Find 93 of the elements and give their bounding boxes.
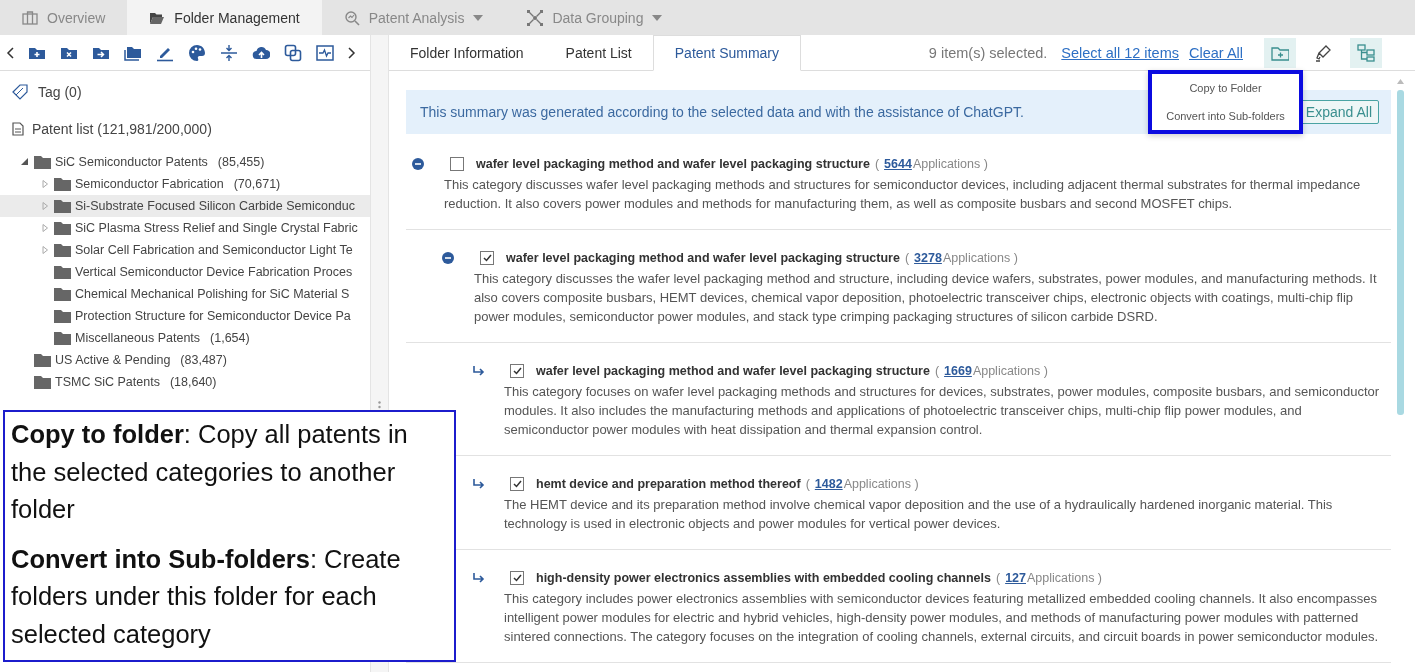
category-description: This category discusses the wafer level packaging method and structure, including device wafers, substrates, power modules, and manufacturing methods. It also covers composite busbars, HEMT devices, chemical vapor deposition, photoelectric transceiver chips, electronic objects with coatings, multi-chip flip power modules, semiconductor power modules, and stack type crimping packaging structures of silicon carbide DSRD. [474, 270, 1378, 326]
count-unit: Applications ) [972, 364, 1048, 378]
folder-tree-item[interactable]: TSMC SiC Patents (18,640) [0, 371, 370, 393]
tree-button[interactable] [1350, 37, 1382, 68]
callout-text: Convert into Sub-folders: Create folders under this folder for each selected category [11, 543, 402, 650]
add-folder-button[interactable] [1264, 37, 1296, 68]
checkbox[interactable] [510, 364, 524, 378]
folder-tree-item[interactable]: Miscellaneous Patents (1,654) [0, 327, 370, 349]
count-unit: Applications ) [843, 477, 919, 491]
folder-tree-item[interactable]: Vertical Semiconductor Device Fabrication Proces [0, 261, 370, 283]
menu-item[interactable]: Convert into Sub-folders [1162, 108, 1289, 124]
chevron-right-icon[interactable] [348, 46, 356, 59]
category-description: This category includes power electronics assemblies with semiconductor devices featuring metallized embedded cooling channels. It also encompasses intelligent power modules for electric and hybrid vehicles, high-density power modules, and methods of manufacturing power modules with patterned sintered connections. The category focuses on the integration of cooling channels, external circuits, and circuit boards in power semiconductor modules. [504, 590, 1380, 646]
folder-icon [34, 375, 51, 389]
triangle-down-icon[interactable] [20, 157, 30, 167]
briefcase-icon [22, 9, 38, 26]
category-description: This category discusses wafer level packaging methods and structures for semiconductor devices, including adjacent thermal substrates for thermal impedance reduction. It also covers power modules and methods for manufacturing them, as well as composite busbars and second MOSFET chips. [444, 176, 1362, 213]
tag-label[interactable]: Tag (0) [38, 83, 82, 100]
folder-icon [54, 243, 71, 257]
count-bracket: ( [934, 364, 940, 378]
return-arrow-icon [472, 572, 486, 584]
splitter-handle-icon[interactable] [378, 401, 381, 409]
count-bracket: ( [874, 157, 880, 171]
tree-structure-icon [1357, 43, 1375, 62]
category-title: wafer level packaging method and wafer level packaging structure [536, 364, 930, 378]
folder-icon [34, 155, 51, 169]
detail-tab[interactable]: Folder Information [389, 35, 545, 71]
category-description: This category focuses on wafer level packaging methods and structures for devices, substrates, power modules, composite busbars, and semiconductor modules. It also includes the manufacturing methods and applications of photoelectric transceiver chips, multi-chip flip power modules, and semiconductor power modules with heat dissipation and thermal expansion control. [504, 383, 1381, 439]
folder-icon [54, 331, 71, 345]
palette-icon[interactable] [188, 43, 206, 62]
callout-text: Copy to folder: Copy all patents in the selected categories to another folder [11, 419, 409, 525]
applications-count-link[interactable]: 1482 [814, 477, 843, 491]
folder-tree-item[interactable]: Semiconductor Fabrication (70,671) [0, 173, 370, 195]
document-icon [12, 121, 24, 136]
folder-tree-item[interactable]: Protection Structure for Semiconductor Device Pa [0, 305, 370, 327]
checkmark-icon [512, 367, 522, 375]
count-unit: Applications ) [1027, 571, 1103, 585]
count-bracket: ( [805, 477, 810, 491]
module-tab[interactable]: Folder Management [127, 0, 322, 35]
network-icon [527, 9, 544, 26]
menu-item[interactable]: Copy to Folder [1162, 80, 1289, 96]
folder-icon [54, 177, 71, 191]
applications-count-link[interactable]: 3278 [914, 251, 942, 265]
checkbox[interactable] [480, 251, 494, 265]
checkmark-icon [482, 254, 492, 262]
checkmark-icon [512, 574, 522, 582]
checkbox[interactable] [450, 157, 464, 171]
chevron-left-icon[interactable] [6, 46, 14, 59]
return-arrow-icon [472, 365, 486, 377]
category-title: wafer level packaging method and wafer level packaging structure [476, 157, 870, 171]
folder-icon [54, 199, 71, 213]
folder-icon [54, 221, 71, 235]
checkbox[interactable] [510, 571, 524, 585]
category-title: high-density power electronics assemblies with embedded cooling channels [536, 571, 991, 585]
count-unit: Applications ) [942, 251, 1018, 265]
count-bracket: ( [995, 571, 1001, 585]
copy-icon[interactable] [284, 43, 302, 62]
magnifier-icon [343, 9, 360, 26]
detail-tab[interactable]: Patent List [544, 35, 653, 71]
folder-tree-item[interactable]: SiC Plasma Stress Relief and Single Crystal Fabric [0, 217, 370, 239]
folder-tree-item[interactable]: Solar Cell Fabrication and Semiconductor Light Te [0, 239, 370, 261]
count-unit: Applications ) [912, 157, 988, 171]
category-description: The HEMT device and its preparation method involve chemical vapor deposition and the use of a hydraulically hardened inorganic material. This technology is used in electronic objects and power modules for vertical power devices. [504, 496, 1334, 533]
tag-icon [12, 83, 30, 100]
folder-tree-item[interactable]: SiC Semiconductor Patents (85,455) [0, 151, 370, 173]
collapse-icon[interactable] [442, 252, 454, 264]
checkbox[interactable] [510, 477, 524, 491]
category-title: hemt device and preparation method thereof [536, 477, 801, 491]
selection-status: 9 item(s) selected. [928, 44, 1048, 61]
category-title: wafer level packaging method and wafer level packaging structure [506, 251, 900, 265]
applications-count-link[interactable]: 5644 [884, 157, 912, 171]
compress-icon[interactable] [220, 43, 238, 62]
folder-icon [34, 353, 51, 367]
scrollbar-thumb[interactable] [1397, 90, 1404, 415]
highlighter-icon [1314, 43, 1332, 62]
folder-icon [54, 309, 71, 323]
select-all-link[interactable]: Select all 12 items [1061, 44, 1179, 61]
return-arrow-icon [472, 478, 486, 490]
folder-icon [54, 287, 71, 301]
clear-all-link[interactable]: Clear All [1189, 44, 1243, 61]
banner-text: This summary was generated according to the selected data and with the assistance of ChatGPT. [420, 104, 1024, 120]
folder-icon [54, 265, 71, 279]
pulse-window-icon[interactable] [316, 43, 334, 62]
folder-tree-item[interactable]: Chemical Mechanical Polishing for SiC Material S [0, 283, 370, 305]
checkmark-icon [512, 480, 522, 488]
applications-count-link[interactable]: 1669 [944, 364, 972, 378]
folder-tree-item[interactable]: US Active & Pending (83,487) [0, 349, 370, 371]
applications-count-link[interactable]: 127 [1005, 571, 1026, 585]
patent-list-label[interactable]: Patent list (121,981/200,000) [32, 120, 212, 137]
detail-tab[interactable]: Patent Summary [652, 35, 802, 71]
folder-tree-item[interactable]: Si-Substrate Focused Silicon Carbide Semiconduc [0, 195, 370, 217]
count-bracket: ( [904, 251, 910, 265]
collapse-icon[interactable] [412, 158, 424, 170]
